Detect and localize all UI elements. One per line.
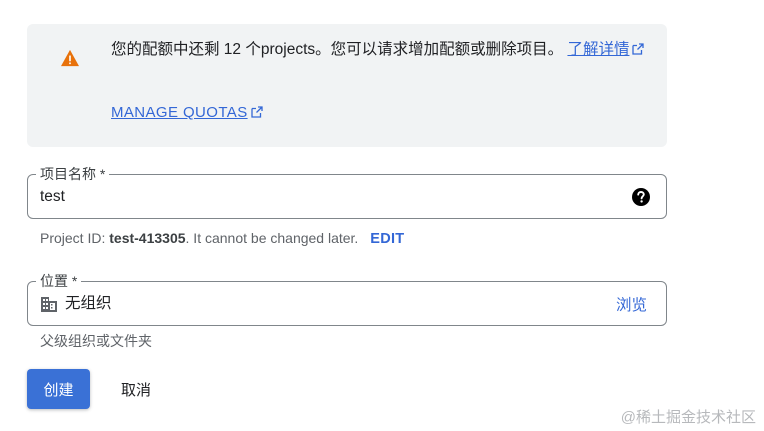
project-id-value: test-413305 [109, 230, 186, 246]
edit-project-id-button[interactable]: EDIT [370, 231, 404, 247]
location-helper: 父级组织或文件夹 [40, 333, 152, 349]
project-name-field[interactable]: 项目名称 * test [27, 165, 667, 219]
learn-more-link[interactable]: 了解详情 [567, 41, 629, 58]
location-field[interactable]: 位置 * 无组织 浏览 [27, 272, 667, 326]
location-label: 位置 * [36, 272, 82, 290]
external-link-icon [632, 43, 645, 55]
quota-message: 您的配额中还剩 12 个projects。您可以请求增加配额或删除项目。 了解详… [111, 37, 651, 63]
external-link-icon [250, 106, 263, 118]
quota-message-text: 您的配额中还剩 12 个projects。您可以请求增加配额或删除项目。 [111, 41, 564, 58]
project-id-helper: Project ID: test-413305. It cannot be ch… [40, 230, 404, 247]
project-id-suffix: . It cannot be changed later. [185, 230, 359, 246]
watermark: @稀土掘金技术社区 [620, 409, 756, 426]
manage-quotas-label: MANAGE QUOTAS [111, 104, 248, 121]
project-name-input[interactable]: test [40, 187, 65, 207]
learn-more-label: 了解详情 [567, 41, 630, 58]
help-icon[interactable] [631, 187, 651, 207]
project-name-label: 项目名称 * [36, 165, 110, 183]
manage-quotas-link[interactable]: MANAGE QUOTAS [111, 104, 263, 121]
create-project-page: 您的配额中还剩 12 个projects。您可以请求增加配额或删除项目。 了解详… [0, 0, 764, 431]
cancel-button[interactable]: 取消 [107, 369, 165, 409]
location-value: 无组织 [65, 295, 112, 312]
building-icon [41, 297, 57, 312]
warning-icon [61, 49, 79, 67]
browse-button[interactable]: 浏览 [616, 293, 647, 315]
quota-banner: 您的配额中还剩 12 个projects。您可以请求增加配额或删除项目。 了解详… [27, 24, 667, 147]
create-button[interactable]: 创建 [27, 369, 90, 409]
project-id-prefix: Project ID: [40, 230, 110, 246]
